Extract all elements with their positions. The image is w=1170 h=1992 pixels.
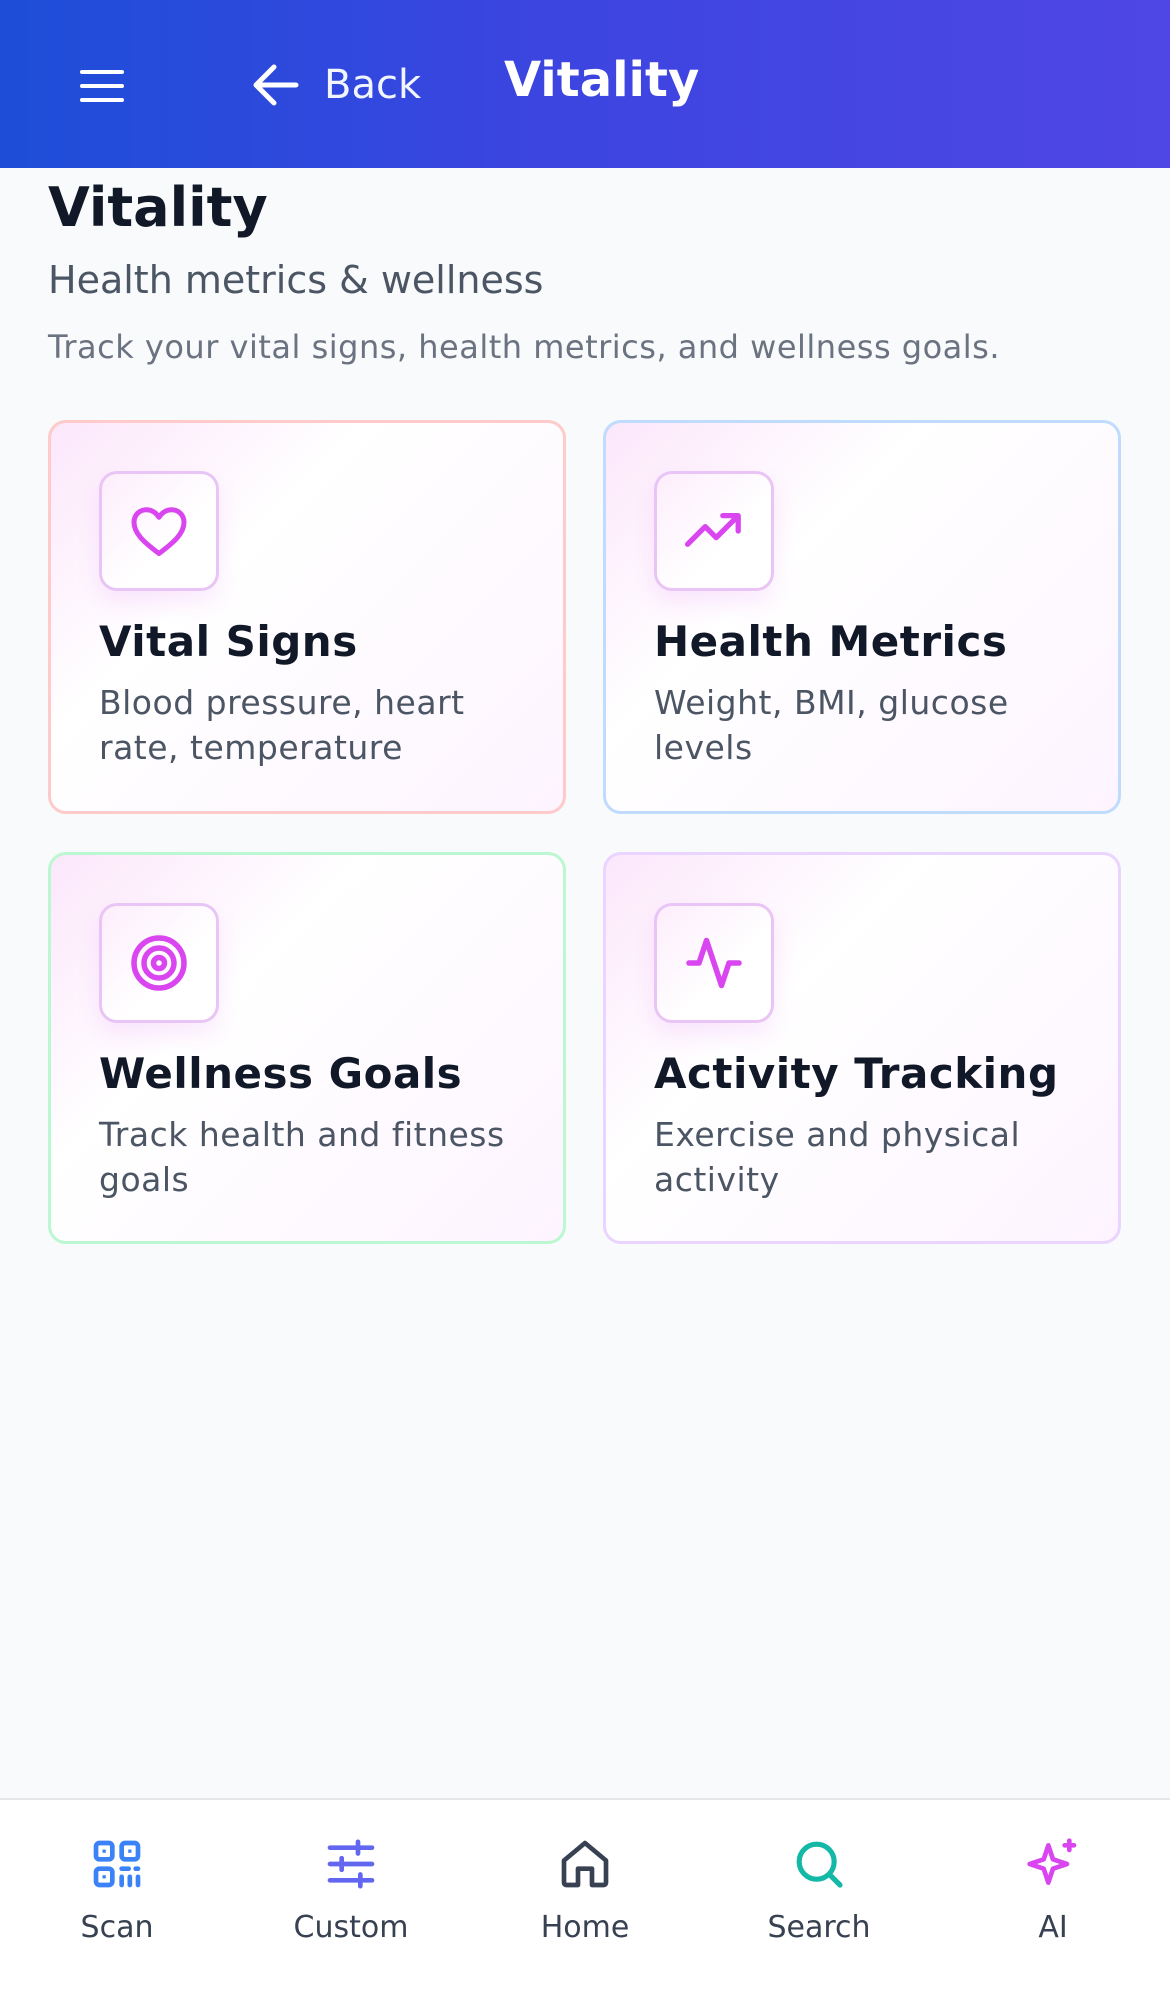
card-wellness-goals[interactable]: Wellness Goals Track health and fitness … <box>48 852 566 1244</box>
card-activity-tracking[interactable]: Activity Tracking Exercise and physical … <box>603 852 1121 1244</box>
page-subtitle: Health metrics & wellness <box>48 258 544 302</box>
nav-custom-label: Custom <box>293 1910 409 1945</box>
card-icon-box <box>654 471 774 591</box>
menu-button[interactable] <box>70 54 134 118</box>
card-vital-signs[interactable]: Vital Signs Blood pressure, heart rate, … <box>48 420 566 814</box>
app-header: Back Vitality <box>0 0 1170 168</box>
bottom-navigation: Scan Custom Home Search AI <box>0 1798 1170 1992</box>
nav-home[interactable]: Home <box>495 1836 675 1945</box>
back-button[interactable]: Back <box>250 50 421 120</box>
nav-scan[interactable]: Scan <box>27 1836 207 1945</box>
nav-ai[interactable]: AI <box>963 1836 1143 1945</box>
activity-icon <box>686 937 742 989</box>
card-title: Wellness Goals <box>99 1049 463 1098</box>
page-description: Track your vital signs, health metrics, … <box>48 328 1001 366</box>
heart-icon <box>131 507 187 556</box>
nav-ai-label: AI <box>1038 1910 1068 1945</box>
card-description: Blood pressure, heart rate, temperature <box>99 683 465 767</box>
sliders-icon <box>327 1839 375 1889</box>
card-title: Vital Signs <box>99 617 358 666</box>
arrow-left-icon <box>253 64 299 106</box>
qr-code-icon <box>93 1840 141 1888</box>
card-icon-box <box>654 903 774 1023</box>
home-icon <box>561 1840 609 1888</box>
nav-scan-label: Scan <box>80 1910 154 1945</box>
card-title: Health Metrics <box>654 617 1008 666</box>
page-title: Vitality <box>48 176 268 239</box>
card-description: Track health and fitness goals <box>99 1115 505 1199</box>
sparkles-icon <box>1027 1838 1077 1885</box>
card-title: Activity Tracking <box>654 1049 1059 1098</box>
card-description: Exercise and physical activity <box>654 1115 1021 1199</box>
nav-search-label: Search <box>767 1910 871 1945</box>
nav-custom[interactable]: Custom <box>261 1836 441 1945</box>
nav-home-label: Home <box>540 1910 630 1945</box>
header-title: Vitality <box>504 52 700 108</box>
back-label: Back <box>324 62 422 108</box>
target-icon <box>131 935 187 991</box>
search-icon <box>796 1841 843 1888</box>
card-health-metrics[interactable]: Health Metrics Weight, BMI, glucose leve… <box>603 420 1121 814</box>
nav-search[interactable]: Search <box>729 1836 909 1945</box>
hamburger-menu-icon <box>80 70 124 102</box>
card-icon-box <box>99 471 219 591</box>
trending-up-icon <box>684 512 741 547</box>
card-icon-box <box>99 903 219 1023</box>
card-description: Weight, BMI, glucose levels <box>654 683 1009 767</box>
